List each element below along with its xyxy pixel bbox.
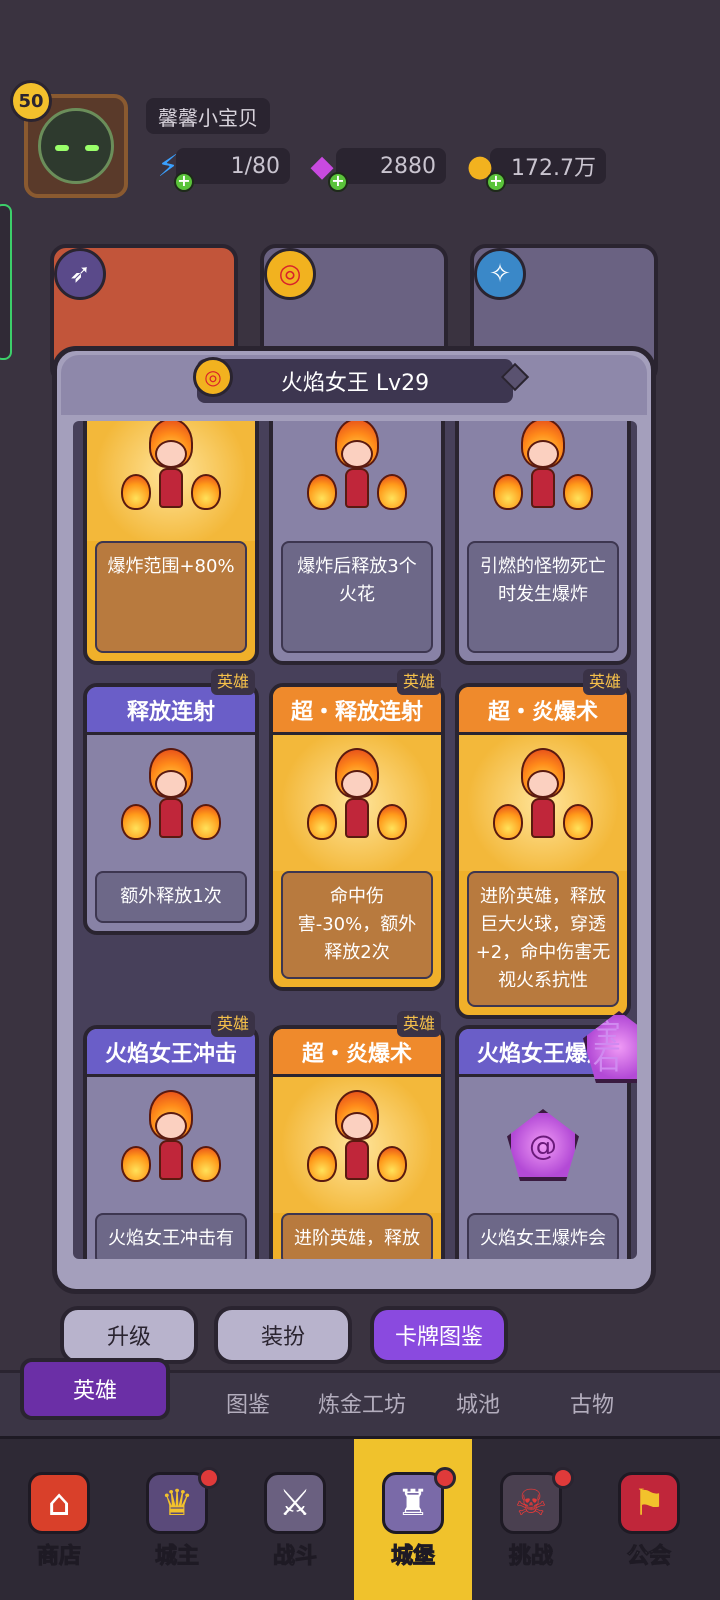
ability-card-description: 额外释放1次 [95,871,247,923]
flame-queen-portrait [121,1090,221,1200]
fire-element-icon: ◎ [264,248,316,300]
purple-gem-icon: @ [507,1109,579,1181]
plus-icon: + [174,172,194,192]
coin-icon[interactable]: ● + [458,144,506,192]
ability-card[interactable]: 爆炸范围+80% [83,421,259,665]
nav-guild[interactable]: ⚑ 公会 [590,1439,708,1600]
side-drawer-tab[interactable] [0,204,12,360]
notification-dot [198,1467,220,1489]
flame-queen-portrait [493,421,593,528]
ability-card-description: 进阶英雄，释放 [281,1213,433,1259]
flame-queen-portrait [121,421,221,528]
plus-icon: + [328,172,348,192]
gem-counter: 2880 [336,148,446,184]
rarity-tag: 英雄 [397,669,442,695]
avatar-eye [55,145,69,151]
hero-card-modal: 火焰女王 Lv29 ◎ 爆炸范围+80% 爆炸后释放3个火花 引燃的怪物死亡时发生爆… [52,346,656,1294]
upgrade-button[interactable]: 升级 [60,1306,198,1364]
tab-relic[interactable]: 古物 [570,1387,614,1419]
avatar-face [38,108,114,184]
ability-card[interactable]: 爆炸后释放3个火花 [269,421,445,665]
ability-card-description: 进阶英雄，释放巨大火球，穿透+2，命中伤害无视火系抗性 [467,871,619,1007]
bottom-navigation: ⌂ 商店 ♛ 城主 ⚔ 战斗 ♜ 城堡 ☠ 挑战 ⚑ 公会 [0,1436,720,1600]
ability-card-description: 火焰女王爆炸会 [467,1213,619,1259]
nav-castle[interactable]: ♜ 城堡 [354,1439,472,1600]
ability-card[interactable]: 火焰女王冲击 火焰女王冲击有 [83,1025,259,1259]
nav-challenge-label: 挑战 [508,1544,553,1570]
ability-card-art [459,421,627,541]
ability-card-art [87,1077,255,1213]
energy-icon[interactable]: ⚡ + [146,144,194,192]
flame-queen-portrait [307,748,407,858]
guild-banner-icon: ⚑ [618,1472,680,1534]
nav-battle[interactable]: ⚔ 战斗 [236,1439,354,1600]
nav-lord[interactable]: ♛ 城主 [118,1439,236,1600]
ability-card-description: 引燃的怪物死亡时发生爆炸 [467,541,619,653]
wind-element-icon: ➶ [54,248,106,300]
ability-card-art [273,421,441,541]
ability-card-art [87,735,255,871]
nav-lord-label: 城主 [154,1544,199,1570]
flame-queen-portrait [121,748,221,858]
player-name: 馨馨小宝贝 [146,98,270,134]
ability-card-art [273,735,441,871]
ice-element-icon: ✧ [474,248,526,300]
flame-queen-portrait [493,748,593,858]
gold-counter: 172.7万 [490,148,606,184]
ability-card[interactable]: 释放连射 额外释放1次 [83,683,259,935]
ability-card-art: @ [459,1077,627,1213]
rarity-tag: 英雄 [211,1011,256,1037]
tab-codex[interactable]: 图鉴 [226,1387,270,1419]
ability-card[interactable]: 引燃的怪物死亡时发生爆炸 [455,421,631,665]
modal-title: 火焰女王 Lv29 [197,359,513,403]
ability-card-description: 爆炸范围+80% [95,541,247,653]
gem-icon[interactable]: ◆ + [300,144,348,192]
flame-queen-portrait [307,1090,407,1200]
dress-button[interactable]: 装扮 [214,1306,352,1364]
fire-element-icon: ◎ [193,357,233,397]
card-grid: 爆炸范围+80% 爆炸后释放3个火花 引燃的怪物死亡时发生爆炸 释放连射 额外释放1次英… [73,421,637,1259]
ability-card-art [273,1077,441,1213]
nav-shop[interactable]: ⌂ 商店 [0,1439,118,1600]
ability-card-art [459,735,627,871]
nav-battle-label: 战斗 [272,1544,317,1570]
plus-icon: + [486,172,506,192]
nav-challenge[interactable]: ☠ 挑战 [472,1439,590,1600]
rarity-tag: 英雄 [211,669,256,695]
tab-alchemy[interactable]: 炼金工坊 [318,1387,406,1419]
rarity-tag: 英雄 [397,1011,442,1037]
ability-card[interactable]: 超・炎爆术 进阶英雄，释放巨大火球，穿透+2，命中伤害无视火系抗性 [455,683,631,1019]
ability-card[interactable]: 超・炎爆术 进阶英雄，释放 [269,1025,445,1259]
ability-card-description: 爆炸后释放3个火花 [281,541,433,653]
ability-card-description: 命中伤害-30%，额外释放2次 [281,871,433,979]
tab-city[interactable]: 城池 [456,1387,500,1419]
nav-guild-label: 公会 [626,1544,671,1570]
ability-card-art [87,421,255,541]
flame-queen-portrait [307,421,407,528]
shop-icon: ⌂ [28,1472,90,1534]
notification-dot [552,1467,574,1489]
crossed-swords-icon: ⚔ [264,1472,326,1534]
nav-shop-label: 商店 [36,1544,81,1570]
avatar-eye [85,145,99,151]
rarity-tag: 英雄 [583,669,628,695]
ability-card[interactable]: 超・释放连射 命中伤害-30%，额外释放2次 [269,683,445,991]
ability-card-description: 火焰女王冲击有 [95,1213,247,1259]
nav-castle-label: 城堡 [390,1544,435,1570]
notification-dot [434,1467,456,1489]
tab-hero[interactable]: 英雄 [20,1358,170,1420]
card-codex-button[interactable]: 卡牌图鉴 [370,1306,508,1364]
player-level-badge: 50 [10,80,52,122]
